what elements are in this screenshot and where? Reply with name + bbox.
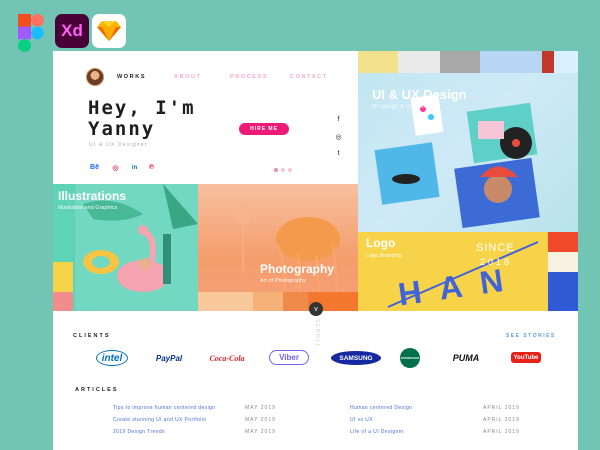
- carousel-dot[interactable]: [288, 168, 292, 172]
- carousel-dot[interactable]: [281, 168, 285, 172]
- uiux-design-panel[interactable]: UI & UX Design UI Design & UX Design: [358, 51, 578, 232]
- clients-title: CLIENTS: [73, 333, 111, 339]
- articles-title: ARTICLES: [75, 387, 119, 393]
- client-logo-paypal[interactable]: PayPal: [149, 348, 189, 368]
- article-link[interactable]: UI vs UX: [350, 417, 373, 423]
- client-logo-intel[interactable]: intel: [96, 350, 128, 366]
- logo-subtitle: Logo Branding: [366, 253, 402, 259]
- illustrations-subtitle: Illustration and Graphics: [58, 205, 118, 211]
- article-link[interactable]: Human centered Design: [350, 405, 412, 411]
- nav-works[interactable]: WORKS: [117, 74, 146, 80]
- nav-contact[interactable]: CONTACT: [290, 74, 328, 80]
- logo-title: Logo: [366, 236, 396, 250]
- article-date: MAY 2019: [245, 429, 276, 435]
- figma-icon: [18, 14, 44, 52]
- adobe-xd-icon: Xd: [55, 14, 89, 48]
- client-logo-samsung[interactable]: SAMSUNG: [331, 351, 381, 365]
- portfolio-page: WORKS ABOUT PROCESS CONTACT Hey, I'm Yan…: [53, 51, 578, 450]
- uiux-subtitle: UI Design & UX Design: [372, 104, 435, 110]
- client-logo-starbucks[interactable]: STARBUCKS: [400, 348, 420, 368]
- illustrations-panel[interactable]: Illustrations Illustration and Graphics: [53, 184, 198, 311]
- illustrations-title: Illustrations: [58, 189, 127, 203]
- nav-process[interactable]: PROCESS: [230, 74, 268, 80]
- twitter-icon[interactable]: t: [334, 149, 343, 158]
- uiux-collage: [374, 94, 540, 229]
- dribbble-icon[interactable]: ◎: [111, 163, 120, 172]
- photography-subtitle: Art of Photography: [260, 278, 306, 284]
- facebook-icon[interactable]: f: [334, 115, 343, 124]
- jellyfish-photo: [198, 204, 358, 311]
- client-logo-coca-cola[interactable]: Coca-Cola: [205, 348, 249, 368]
- behance-icon[interactable]: Bē: [90, 163, 99, 172]
- scroll-vertical-text: SCROLL: [314, 319, 320, 349]
- scroll-down-button[interactable]: v: [309, 302, 323, 316]
- article-date: MAY 2019: [245, 405, 276, 411]
- sketch-icon: [92, 14, 126, 48]
- article-date: APRIL 2019: [483, 429, 520, 435]
- logo-since: SINCE: [476, 242, 515, 254]
- avatar[interactable]: [86, 68, 104, 86]
- hero-greeting: Hey, I'm Yanny: [88, 97, 196, 140]
- pinterest-icon[interactable]: ℗: [147, 163, 156, 172]
- logo-panel[interactable]: Logo Logo Branding SINCE 2018 HAN: [358, 232, 578, 311]
- hero-section: WORKS ABOUT PROCESS CONTACT Hey, I'm Yan…: [53, 51, 358, 184]
- client-logo-puma[interactable]: PUMA: [449, 348, 483, 368]
- article-link[interactable]: Life of a UI Designer: [350, 429, 404, 435]
- uiux-title: UI & UX Design: [372, 87, 467, 102]
- xd-label: Xd: [61, 21, 83, 40]
- article-date: MAY 2019: [245, 417, 276, 423]
- article-link[interactable]: 2019 Design Trends: [113, 429, 165, 435]
- carousel-dot[interactable]: [274, 168, 278, 172]
- client-logo-youtube[interactable]: YouTube: [511, 352, 541, 363]
- article-date: APRIL 2019: [483, 405, 520, 411]
- carousel-dots: [274, 168, 292, 172]
- photography-panel[interactable]: Photography Art of Photography: [198, 184, 358, 311]
- hero-role: UI & UX Designer: [89, 142, 148, 148]
- linkedin-icon[interactable]: in: [130, 163, 139, 172]
- instagram-icon[interactable]: ◎: [334, 132, 343, 141]
- client-logo-viber[interactable]: Viber: [269, 350, 309, 365]
- illustration-artwork: [53, 184, 198, 311]
- nav-about[interactable]: ABOUT: [174, 74, 202, 80]
- photography-title: Photography: [260, 262, 334, 276]
- article-date: APRIL 2019: [483, 417, 520, 423]
- see-stories-link[interactable]: SEE STORIES: [506, 333, 556, 339]
- article-link[interactable]: Tips to improve human centered design: [113, 405, 215, 411]
- article-link[interactable]: Create stunning UI and UX Portfolio: [113, 417, 207, 423]
- hire-me-button[interactable]: HIRE ME: [239, 123, 289, 135]
